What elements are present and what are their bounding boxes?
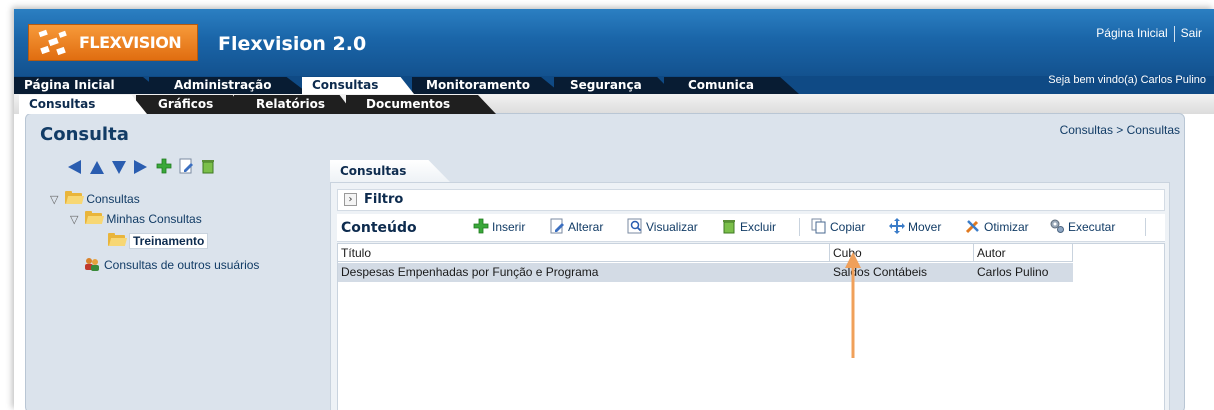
tree-item-minhas-consultas[interactable]: ▽ Minhas Consultas [70,210,202,228]
tab-seguranca[interactable]: Segurança [554,77,674,94]
view-icon [627,218,643,234]
tree-item-consultas[interactable]: ▽ Consultas [50,190,140,208]
tab-comunica[interactable]: Comunica [664,77,799,94]
app-title: Flexvision 2.0 [218,33,367,55]
subtab-documentos[interactable]: Documentos [346,95,496,114]
header-bar: FLEXVISION Flexvision 2.0 Página Inicial… [14,9,1214,76]
button-label: Copiar [830,220,866,234]
tab-label: Monitoramento [426,78,531,92]
tree-item-treinamento[interactable]: Treinamento [108,232,209,250]
breadcrumb-text[interactable]: Consultas > Consultas [1060,123,1180,137]
link-separator [1173,26,1175,42]
users-icon [85,258,99,271]
filter-section[interactable]: › Filtro [337,189,1165,211]
button-label: Alterar [568,220,604,234]
button-label: Otimizar [984,220,1029,234]
tab-label: Consultas [29,97,96,111]
queries-table: Título Cubo Autor Despesas Empenhadas po… [337,243,1165,410]
tree-item-outros-usuarios[interactable]: Consultas de outros usuários [84,256,259,274]
subtab-relatorios[interactable]: Relatórios [234,95,354,114]
tree-item-label: Consultas de outros usuários [104,258,260,272]
edit-icon [549,218,565,234]
optimize-button[interactable]: Otimizar [965,218,1029,236]
breadcrumb[interactable]: Consultas > Consultas [1060,123,1180,137]
tab-consultas[interactable]: Consultas [302,77,414,94]
tab-pagina-inicial[interactable]: Página Inicial [14,77,164,94]
button-label: Visualizar [646,220,698,234]
tab-administracao[interactable]: Administração [149,77,309,94]
tree-item-label: Consultas [86,192,140,206]
subtab-consultas[interactable]: Consultas [19,95,147,114]
tab-label: Página Inicial [24,78,115,92]
flexvision-logo-icon [38,29,67,56]
cell-autor: Carlos Pulino [977,265,1049,279]
button-label: Mover [908,220,942,234]
tab-label: Gráficos [158,97,214,111]
table-header: Título Cubo Autor [338,244,1073,262]
brand-name: FLEXVISION [79,33,182,52]
tab-label: Administração [174,78,272,92]
page-title: Consulta [40,124,129,145]
home-link[interactable]: Página Inicial [1096,26,1167,40]
cell-titulo: Despesas Empenhadas por Função e Program… [341,265,599,279]
brand-logo: FLEXVISION [28,24,198,61]
button-label: Inserir [492,220,526,234]
tree-item-label: Treinamento [129,233,209,249]
move-left-icon[interactable] [68,158,84,176]
move-down-icon[interactable] [112,158,128,176]
view-button[interactable]: Visualizar [627,218,698,236]
move-up-icon[interactable] [90,158,106,176]
execute-button[interactable]: Executar [1049,218,1115,236]
cell-cubo: Saldos Contábeis [833,265,928,279]
add-icon[interactable] [156,158,172,176]
welcome-message: Seja bem vindo(a) Carlos Pulino [1048,74,1206,86]
column-header-titulo[interactable]: Título [338,244,830,262]
content-toolbar: Conteúdo Inserir Alterar Visualizar Excl… [337,214,1165,242]
move-button[interactable]: Mover [889,218,941,236]
add-icon [473,218,489,234]
tab-label: Segurança [570,78,642,92]
column-header-cubo[interactable]: Cubo [830,244,974,262]
subtab-graficos[interactable]: Gráficos [136,95,246,114]
chevron-right-icon[interactable]: › [344,193,357,206]
toolbar-separator [1145,218,1146,236]
tools-icon [965,218,981,234]
collapse-toggle-icon[interactable]: ▽ [70,211,82,229]
folder-open-icon [108,233,128,246]
tree-item-label: Minhas Consultas [106,212,202,226]
tab-label: Comunica [688,78,754,92]
button-label: Executar [1068,220,1116,234]
copy-icon [811,218,827,234]
column-header-autor[interactable]: Autor [974,244,1073,262]
gears-icon [1049,218,1065,234]
collapse-toggle-icon[interactable]: ▽ [50,191,62,209]
delete-icon[interactable] [200,158,216,176]
button-label: Excluir [740,220,777,234]
insert-button[interactable]: Inserir [473,218,525,236]
folder-open-icon [65,191,85,204]
edit-icon[interactable] [178,158,194,176]
folder-open-icon [85,211,105,224]
table-row[interactable]: Despesas Empenhadas por Função e Program… [338,263,1073,282]
delete-button[interactable]: Excluir [721,218,776,236]
toolbar-separator [799,218,800,236]
copy-button[interactable]: Copiar [811,218,865,236]
top-links: Página Inicial Sair [1096,26,1202,42]
tab-label: Consultas [312,78,379,92]
filter-label: Filtro [364,192,404,207]
content-title: Conteúdo [341,220,417,236]
edit-button[interactable]: Alterar [549,218,603,236]
tab-monitoramento[interactable]: Monitoramento [412,77,562,94]
move-right-icon[interactable] [134,158,150,176]
tab-label: Documentos [366,97,451,111]
move-icon [889,218,905,234]
delete-icon [721,218,737,234]
logout-link[interactable]: Sair [1181,26,1202,40]
tab-label: Relatórios [256,97,325,111]
